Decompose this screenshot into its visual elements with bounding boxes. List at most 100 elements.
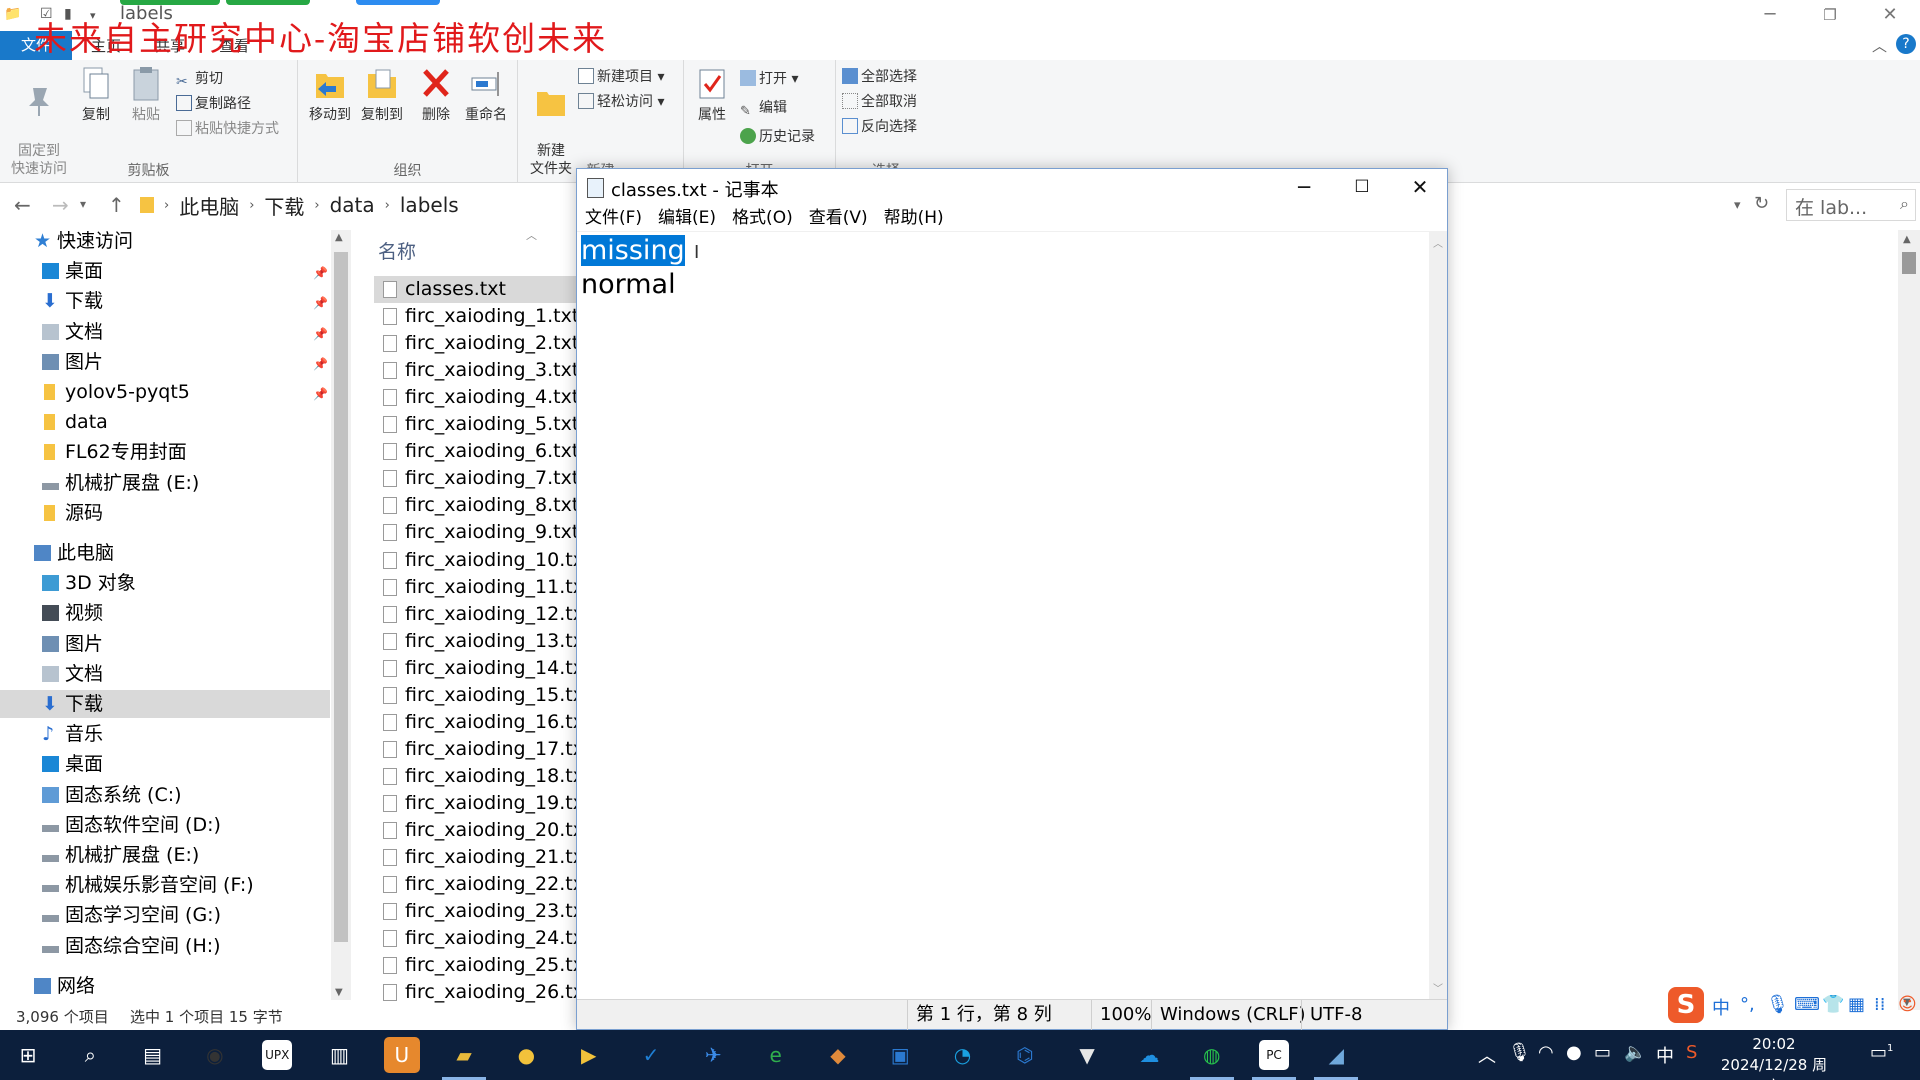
delete-button[interactable]: 删除 bbox=[412, 66, 460, 124]
punctuation-icon[interactable]: °, bbox=[1740, 994, 1755, 1015]
qq-icon[interactable]: ● bbox=[508, 1037, 544, 1073]
copy-to-button[interactable]: 复制到 bbox=[358, 66, 406, 124]
chevron-up-icon[interactable]: ︿ bbox=[1478, 1042, 1496, 1068]
search-icon[interactable]: ⌕ bbox=[72, 1037, 108, 1073]
ime-mode[interactable]: 中 bbox=[1712, 994, 1730, 1020]
battery-icon[interactable]: ▭ bbox=[1594, 1042, 1611, 1063]
breadcrumb[interactable]: › 此电脑 › 下载 › data › labels bbox=[140, 191, 459, 219]
start-icon[interactable]: ⊞ bbox=[10, 1037, 46, 1073]
minimize-button[interactable]: ─ bbox=[1740, 2, 1800, 28]
edge-icon[interactable]: ◔ bbox=[945, 1037, 981, 1073]
column-header-name[interactable]: 名称 bbox=[378, 237, 416, 264]
app-tray-icon[interactable]: ● bbox=[1566, 1042, 1582, 1063]
restore-button[interactable]: ❐ bbox=[1800, 2, 1860, 28]
text-line[interactable]: normal bbox=[581, 268, 676, 302]
nav-item[interactable]: 图片 📌 bbox=[0, 348, 330, 376]
new-item-button[interactable]: 新建项目 ▾ bbox=[578, 66, 664, 88]
pin-icon[interactable]: 📌 bbox=[313, 320, 328, 348]
open-button[interactable]: 打开 ▾ bbox=[740, 68, 798, 90]
file-scrollbar[interactable]: ▲ ▼ bbox=[1898, 230, 1920, 1010]
pycharm-icon[interactable]: PC bbox=[1259, 1040, 1289, 1070]
nav-item[interactable]: 桌面 bbox=[0, 750, 330, 778]
properties-button[interactable]: 属性 bbox=[688, 66, 736, 124]
scroll-up-icon[interactable]: ▲ bbox=[335, 232, 343, 243]
search-input[interactable]: 在 lab... ⌕ bbox=[1786, 189, 1916, 221]
nav-item[interactable]: 机械扩展盘 (E:) bbox=[0, 469, 330, 497]
file-scroll-thumb[interactable] bbox=[1902, 252, 1916, 274]
nav-scrollbar[interactable]: ▲ ▼ bbox=[331, 230, 351, 1000]
nav-scroll-thumb[interactable] bbox=[334, 252, 348, 942]
sogou-tray-icon[interactable]: S bbox=[1686, 1042, 1697, 1063]
close-button[interactable]: ✕ bbox=[1860, 2, 1920, 28]
selected-text[interactable]: missing bbox=[581, 235, 685, 266]
easy-access-button[interactable]: 轻松访问 ▾ bbox=[578, 91, 664, 113]
up-arrow-icon[interactable]: ↑ bbox=[108, 193, 125, 217]
obs-icon[interactable]: ◉ bbox=[197, 1037, 233, 1073]
help-icon[interactable]: ? bbox=[1896, 34, 1916, 54]
feishu-icon[interactable]: ✈ bbox=[695, 1037, 731, 1073]
sogou-logo-icon[interactable]: S bbox=[1668, 987, 1704, 1023]
cloud-app-icon[interactable]: ☁ bbox=[1131, 1037, 1167, 1073]
microphone-icon[interactable]: 🎙 bbox=[1508, 1042, 1531, 1063]
nav-item[interactable]: ⬇ 下载 📌 bbox=[0, 287, 330, 315]
rename-button[interactable]: 重命名 bbox=[462, 66, 510, 124]
notepad-text-area[interactable]: missing normal I bbox=[577, 231, 1429, 999]
box-app-icon[interactable]: ◆ bbox=[820, 1037, 856, 1073]
wifi-icon[interactable]: ◠ bbox=[1538, 1042, 1554, 1063]
volume-icon[interactable]: 🔈 bbox=[1624, 1042, 1646, 1063]
text-line[interactable]: missing bbox=[581, 234, 685, 268]
notepad-app-icon[interactable]: ▤ bbox=[135, 1037, 171, 1073]
nav-item[interactable]: 固态系统 (C:) bbox=[0, 781, 330, 809]
collapse-ribbon-icon[interactable]: ︿ bbox=[1872, 35, 1887, 56]
copy-button[interactable]: 复制 bbox=[72, 66, 120, 124]
paste-shortcut-button[interactable]: 粘贴快捷方式 bbox=[176, 118, 279, 140]
skin-icon[interactable]: 👕 bbox=[1822, 994, 1844, 1015]
vscode-icon[interactable]: ✓ bbox=[633, 1037, 669, 1073]
notepad-minimize-button[interactable]: ─ bbox=[1275, 169, 1333, 205]
nav-item[interactable]: 机械扩展盘 (E:) bbox=[0, 841, 330, 869]
mascot-icon[interactable]: ☺ bbox=[1898, 994, 1917, 1015]
nav-item[interactable]: 此电脑 bbox=[0, 539, 330, 567]
move-to-button[interactable]: 移动到 bbox=[306, 66, 354, 124]
clock[interactable]: 20:02 2024/12/28 周六 bbox=[1718, 1034, 1830, 1080]
history-button[interactable]: 历史记录 bbox=[740, 126, 815, 148]
nav-item[interactable]: 网络 bbox=[0, 972, 330, 1000]
tray-ime-mode[interactable]: 中 bbox=[1656, 1042, 1674, 1068]
menu-format[interactable]: 格式(O) bbox=[732, 205, 793, 231]
nav-item[interactable]: 视频 bbox=[0, 599, 330, 627]
monitor-app-icon[interactable]: ▣ bbox=[882, 1037, 918, 1073]
potplayer-icon[interactable]: ▶ bbox=[571, 1037, 607, 1073]
vpn-app-icon[interactable]: ▼ bbox=[1069, 1037, 1105, 1073]
nav-item[interactable]: FL62专用封面 bbox=[0, 438, 330, 466]
wechat-icon[interactable]: ◍ bbox=[1194, 1037, 1230, 1073]
nav-item[interactable]: 固态软件空间 (D:) bbox=[0, 811, 330, 839]
baidu-netdisk-icon[interactable]: U bbox=[383, 1037, 420, 1073]
file-explorer-icon[interactable]: ▰ bbox=[446, 1037, 482, 1073]
nav-item[interactable]: ★ 快速访问 bbox=[0, 227, 330, 255]
nav-item[interactable]: 机械娱乐影音空间 (F:) bbox=[0, 871, 330, 899]
nav-item[interactable]: ♪ 音乐 bbox=[0, 720, 330, 748]
address-dropdown-icon[interactable]: ▾ bbox=[1734, 198, 1741, 213]
nav-item[interactable]: data bbox=[0, 408, 330, 436]
microphone-icon[interactable]: 🎙 bbox=[1766, 994, 1789, 1015]
pin-icon[interactable]: 📌 bbox=[313, 380, 328, 408]
nav-item[interactable]: 固态综合空间 (H:) bbox=[0, 932, 330, 960]
back-arrow-icon[interactable]: ← bbox=[14, 193, 31, 217]
menu-file[interactable]: 文件(F) bbox=[585, 205, 642, 231]
notepad-scrollbar[interactable]: ︿ ﹀ bbox=[1429, 231, 1447, 999]
nav-item[interactable]: 文档 📌 bbox=[0, 318, 330, 346]
cut-button[interactable]: ✂ 剪切 bbox=[176, 68, 223, 90]
paste-button[interactable]: 粘贴 bbox=[122, 66, 170, 124]
nav-item[interactable]: yolov5-pyqt5 📌 bbox=[0, 378, 330, 406]
grid-icon[interactable]: ⁞⁞ bbox=[1874, 994, 1885, 1015]
nav-item[interactable]: 桌面 📌 bbox=[0, 257, 330, 285]
nav-item[interactable]: 源码 bbox=[0, 499, 330, 527]
menu-view[interactable]: 查看(V) bbox=[809, 205, 868, 231]
forward-arrow-icon[interactable]: → bbox=[52, 193, 69, 217]
scroll-down-icon[interactable]: ▼ bbox=[335, 987, 343, 998]
edit-button[interactable]: ✎ 编辑 bbox=[740, 97, 787, 119]
breadcrumb-item[interactable]: labels bbox=[400, 193, 459, 217]
pin-icon[interactable]: 📌 bbox=[313, 259, 328, 287]
breadcrumb-item[interactable]: data bbox=[330, 193, 375, 217]
pin-icon[interactable]: 📌 bbox=[313, 289, 328, 317]
